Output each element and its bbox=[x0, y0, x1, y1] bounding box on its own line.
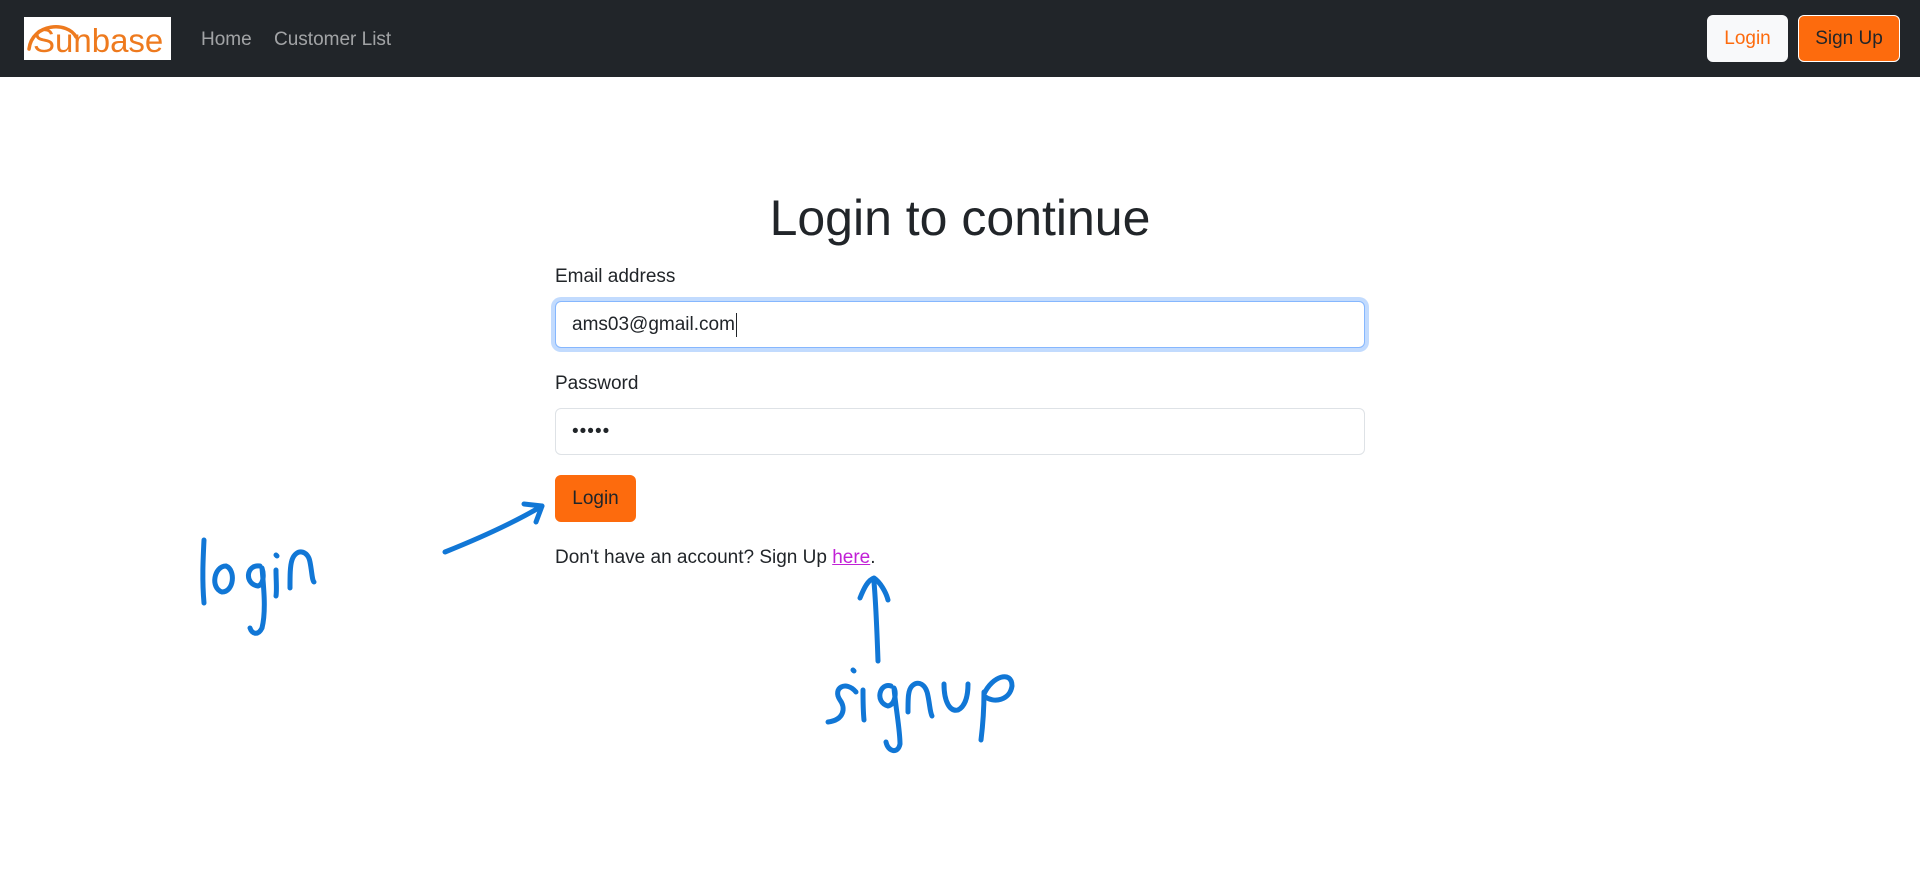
password-field-value: ••••• bbox=[572, 421, 611, 442]
brand-logo[interactable]: Sunbase bbox=[24, 17, 171, 60]
login-submit-button[interactable]: Login bbox=[555, 475, 636, 522]
email-field-value: ams03@gmail.com bbox=[572, 314, 735, 335]
nav-link-home[interactable]: Home bbox=[201, 28, 252, 52]
page-title: Login to continue bbox=[769, 190, 1151, 246]
nav-link-customer-list[interactable]: Customer List bbox=[274, 28, 391, 52]
password-field[interactable]: ••••• bbox=[555, 408, 1365, 455]
login-annotation bbox=[200, 537, 317, 636]
brand-logo-text: Sunbase bbox=[33, 22, 164, 59]
password-label: Password bbox=[555, 373, 639, 394]
signup-prompt-suffix: . bbox=[870, 547, 876, 568]
signup-arrow bbox=[857, 575, 891, 664]
signup-prompt: Don't have an account? Sign Up here. bbox=[555, 546, 876, 570]
navbar-login-button[interactable]: Login bbox=[1707, 15, 1788, 62]
signup-here-link[interactable]: here bbox=[832, 547, 870, 568]
email-field[interactable]: ams03@gmail.com bbox=[555, 301, 1365, 348]
login-arrow bbox=[442, 501, 545, 555]
text-caret bbox=[735, 312, 737, 337]
signup-prompt-text: Don't have an account? Sign Up bbox=[555, 547, 833, 568]
navbar-signup-button[interactable]: Sign Up bbox=[1798, 15, 1900, 62]
signup-annotation bbox=[825, 667, 1015, 753]
email-label: Email address bbox=[555, 266, 676, 287]
navbar: Sunbase Home Customer List Login Sign Up bbox=[0, 0, 1920, 77]
